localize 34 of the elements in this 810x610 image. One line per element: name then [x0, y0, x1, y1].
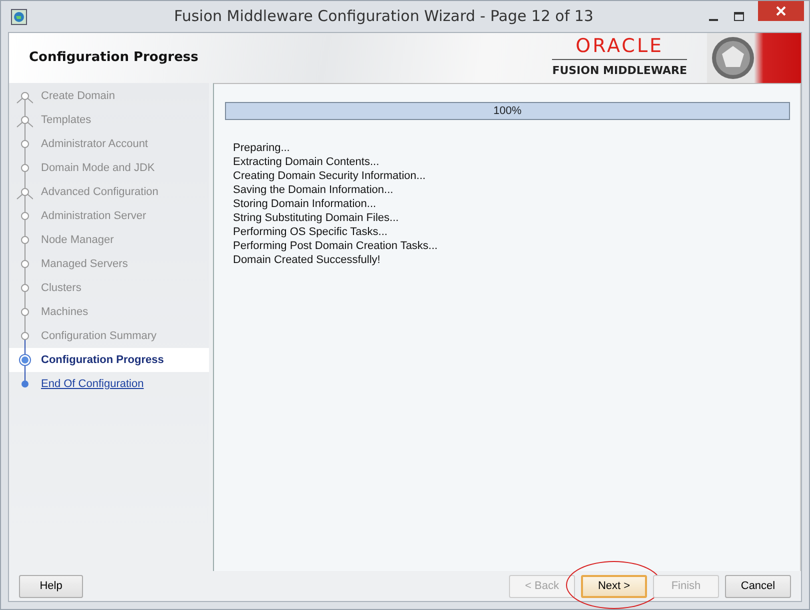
log-line: Preparing...: [233, 141, 291, 155]
step-link[interactable]: Administrator Account: [41, 136, 148, 152]
close-button[interactable]: [758, 1, 804, 21]
log-line: Performing Post Domain Creation Tasks...: [233, 239, 439, 253]
pentagon-badge-icon: [711, 36, 755, 80]
log-line: Storing Domain Information...: [233, 197, 378, 211]
step-link[interactable]: Administration Server: [41, 208, 146, 224]
step-link[interactable]: Managed Servers: [41, 256, 128, 272]
close-icon: [776, 6, 786, 16]
log-line: Creating Domain Security Information...: [233, 169, 427, 183]
page-heading: Configuration Progress: [28, 49, 200, 68]
step-link[interactable]: Domain Mode and JDK: [41, 160, 155, 176]
progress-reading: 100%: [492, 104, 523, 119]
log-line: String Substituting Domain Files...: [233, 211, 400, 225]
app-icon: [11, 8, 27, 24]
step-link[interactable]: Clusters: [41, 280, 82, 296]
step-link[interactable]: Node Manager: [41, 232, 114, 248]
wizard-button[interactable]: Cancel: [725, 574, 791, 598]
step-link[interactable]: Configuration Summary: [41, 328, 157, 344]
step-link[interactable]: Create Domain: [41, 88, 115, 104]
maximize-icon[interactable]: [734, 12, 745, 22]
step-link[interactable]: Machines: [41, 304, 88, 320]
logo-text: ORACLE: [576, 36, 664, 56]
window-title: Fusion Middleware Configuration Wizard - Page 12 of 13: [173, 6, 594, 28]
wizard-button[interactable]: Next >: [581, 574, 647, 598]
logo-subtitle: FUSION MIDDLEWARE: [552, 58, 687, 80]
step-link[interactable]: Templates: [41, 112, 92, 128]
step-link[interactable]: Advanced Configuration: [41, 184, 158, 200]
log-line: Extracting Domain Contents...: [233, 155, 380, 169]
log-line: Domain Created Successfully!: [233, 253, 382, 267]
log-line: Saving the Domain Information...: [233, 183, 394, 197]
wizard-button[interactable]: Help: [19, 574, 83, 598]
step-link[interactable]: End Of Configuration: [41, 376, 144, 392]
log-line: Performing OS Specific Tasks...: [233, 225, 388, 239]
